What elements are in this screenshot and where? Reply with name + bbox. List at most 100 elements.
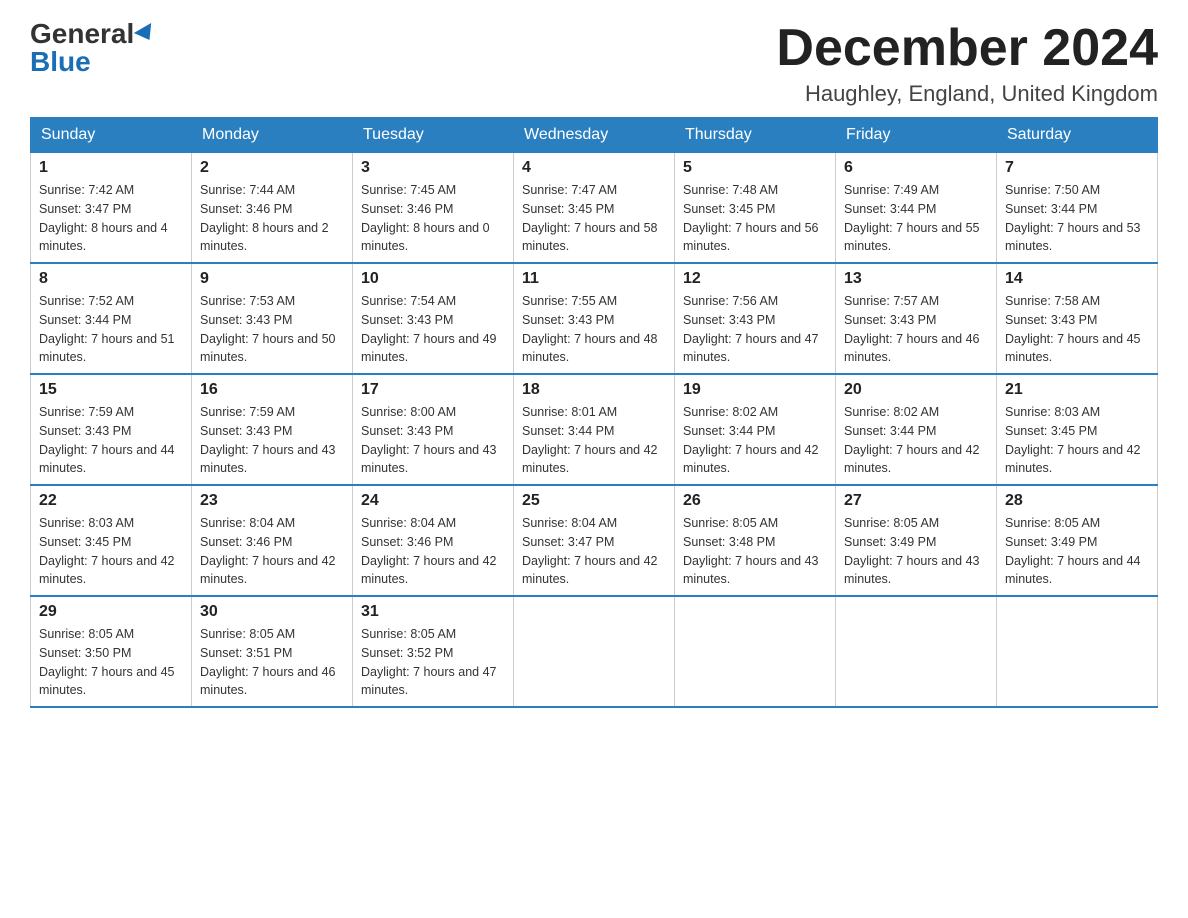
col-header-monday: Monday [192,118,353,153]
day-number: 8 [39,270,183,288]
calendar-cell: 5 Sunrise: 7:48 AMSunset: 3:45 PMDaylight… [675,153,836,264]
day-info: Sunrise: 7:52 AMSunset: 3:44 PMDaylight:… [39,292,183,367]
calendar-cell: 29 Sunrise: 8:05 AMSunset: 3:50 PMDayligh… [31,596,192,707]
day-info: Sunrise: 7:59 AMSunset: 3:43 PMDaylight:… [39,403,183,478]
calendar-cell: 7Sunrise: 7:50 AMSunset: 3:44 PMDaylight… [997,153,1158,264]
day-number: 18 [522,381,666,399]
day-number: 23 [200,492,344,510]
calendar-cell: 4Sunrise: 7:47 AMSunset: 3:45 PMDaylight… [514,153,675,264]
day-info: Sunrise: 8:04 AMSunset: 3:47 PMDaylight:… [522,514,666,589]
day-info: Sunrise: 7:53 AMSunset: 3:43 PMDaylight:… [200,292,344,367]
day-number: 2 [200,159,344,177]
calendar-cell: 16 Sunrise: 7:59 AMSunset: 3:43 PMDayligh… [192,374,353,485]
calendar-cell: 22 Sunrise: 8:03 AMSunset: 3:45 PMDayligh… [31,485,192,596]
day-info: Sunrise: 8:05 AMSunset: 3:48 PMDaylight:… [683,514,827,589]
calendar-cell: 8 Sunrise: 7:52 AMSunset: 3:44 PMDaylight… [31,263,192,374]
day-number: 16 [200,381,344,399]
day-info: Sunrise: 7:49 AMSunset: 3:44 PMDaylight:… [844,181,988,256]
day-number: 11 [522,270,666,288]
calendar-cell: 27 Sunrise: 8:05 AMSunset: 3:49 PMDayligh… [836,485,997,596]
calendar-cell: 12 Sunrise: 7:56 AMSunset: 3:43 PMDayligh… [675,263,836,374]
day-info: Sunrise: 7:48 AMSunset: 3:45 PMDaylight:… [683,181,827,256]
day-number: 25 [522,492,666,510]
week-row-5: 29 Sunrise: 8:05 AMSunset: 3:50 PMDayligh… [31,596,1158,707]
calendar-cell: 17Sunrise: 8:00 AMSunset: 3:43 PMDayligh… [353,374,514,485]
month-title: December 2024 [776,20,1158,77]
calendar-cell: 10Sunrise: 7:54 AMSunset: 3:43 PMDayligh… [353,263,514,374]
day-number: 22 [39,492,183,510]
calendar-cell: 13 Sunrise: 7:57 AMSunset: 3:43 PMDayligh… [836,263,997,374]
col-header-wednesday: Wednesday [514,118,675,153]
day-info: Sunrise: 7:45 AMSunset: 3:46 PMDaylight:… [361,181,505,256]
calendar-cell: 2 Sunrise: 7:44 AMSunset: 3:46 PMDaylight… [192,153,353,264]
calendar-cell: 31Sunrise: 8:05 AMSunset: 3:52 PMDayligh… [353,596,514,707]
logo: General Blue [30,20,156,76]
day-info: Sunrise: 7:44 AMSunset: 3:46 PMDaylight:… [200,181,344,256]
calendar-cell [997,596,1158,707]
day-number: 1 [39,159,183,177]
day-info: Sunrise: 8:00 AMSunset: 3:43 PMDaylight:… [361,403,505,478]
day-info: Sunrise: 7:59 AMSunset: 3:43 PMDaylight:… [200,403,344,478]
day-info: Sunrise: 8:02 AMSunset: 3:44 PMDaylight:… [844,403,988,478]
page-header: General Blue December 2024 Haughley, Eng… [30,20,1158,107]
calendar-cell: 14Sunrise: 7:58 AMSunset: 3:43 PMDayligh… [997,263,1158,374]
title-section: December 2024 Haughley, England, United … [776,20,1158,107]
day-info: Sunrise: 8:05 AMSunset: 3:50 PMDaylight:… [39,625,183,700]
calendar-cell: 9Sunrise: 7:53 AMSunset: 3:43 PMDaylight… [192,263,353,374]
day-info: Sunrise: 7:58 AMSunset: 3:43 PMDaylight:… [1005,292,1149,367]
location-title: Haughley, England, United Kingdom [776,81,1158,107]
calendar-cell: 25 Sunrise: 8:04 AMSunset: 3:47 PMDayligh… [514,485,675,596]
day-info: Sunrise: 7:56 AMSunset: 3:43 PMDaylight:… [683,292,827,367]
week-row-3: 15 Sunrise: 7:59 AMSunset: 3:43 PMDayligh… [31,374,1158,485]
day-number: 28 [1005,492,1149,510]
calendar-cell: 3 Sunrise: 7:45 AMSunset: 3:46 PMDaylight… [353,153,514,264]
day-number: 19 [683,381,827,399]
day-number: 13 [844,270,988,288]
day-number: 26 [683,492,827,510]
calendar-cell: 20 Sunrise: 8:02 AMSunset: 3:44 PMDayligh… [836,374,997,485]
calendar-header-row: SundayMondayTuesdayWednesdayThursdayFrid… [31,118,1158,153]
logo-general-text: General [30,20,134,48]
col-header-thursday: Thursday [675,118,836,153]
day-info: Sunrise: 8:05 AMSunset: 3:51 PMDaylight:… [200,625,344,700]
calendar-cell: 26 Sunrise: 8:05 AMSunset: 3:48 PMDayligh… [675,485,836,596]
day-number: 31 [361,603,505,621]
day-number: 15 [39,381,183,399]
day-info: Sunrise: 8:04 AMSunset: 3:46 PMDaylight:… [200,514,344,589]
week-row-4: 22 Sunrise: 8:03 AMSunset: 3:45 PMDayligh… [31,485,1158,596]
calendar-cell [514,596,675,707]
day-number: 5 [683,159,827,177]
calendar-cell: 18Sunrise: 8:01 AMSunset: 3:44 PMDayligh… [514,374,675,485]
calendar-cell: 30Sunrise: 8:05 AMSunset: 3:51 PMDayligh… [192,596,353,707]
calendar-cell: 6 Sunrise: 7:49 AMSunset: 3:44 PMDaylight… [836,153,997,264]
day-number: 24 [361,492,505,510]
calendar-cell: 1 Sunrise: 7:42 AMSunset: 3:47 PMDaylight… [31,153,192,264]
calendar-table: SundayMondayTuesdayWednesdayThursdayFrid… [30,117,1158,708]
week-row-2: 8 Sunrise: 7:52 AMSunset: 3:44 PMDaylight… [31,263,1158,374]
calendar-cell: 24 Sunrise: 8:04 AMSunset: 3:46 PMDayligh… [353,485,514,596]
day-number: 6 [844,159,988,177]
day-number: 3 [361,159,505,177]
calendar-cell: 11Sunrise: 7:55 AMSunset: 3:43 PMDayligh… [514,263,675,374]
day-info: Sunrise: 8:04 AMSunset: 3:46 PMDaylight:… [361,514,505,589]
day-number: 7 [1005,159,1149,177]
day-number: 12 [683,270,827,288]
calendar-cell: 15 Sunrise: 7:59 AMSunset: 3:43 PMDayligh… [31,374,192,485]
col-header-friday: Friday [836,118,997,153]
day-number: 27 [844,492,988,510]
day-number: 29 [39,603,183,621]
day-info: Sunrise: 8:05 AMSunset: 3:49 PMDaylight:… [844,514,988,589]
day-info: Sunrise: 8:02 AMSunset: 3:44 PMDaylight:… [683,403,827,478]
day-info: Sunrise: 8:05 AMSunset: 3:49 PMDaylight:… [1005,514,1149,589]
day-info: Sunrise: 7:57 AMSunset: 3:43 PMDaylight:… [844,292,988,367]
day-number: 21 [1005,381,1149,399]
week-row-1: 1 Sunrise: 7:42 AMSunset: 3:47 PMDaylight… [31,153,1158,264]
day-info: Sunrise: 7:42 AMSunset: 3:47 PMDaylight:… [39,181,183,256]
col-header-sunday: Sunday [31,118,192,153]
day-number: 20 [844,381,988,399]
calendar-cell: 21Sunrise: 8:03 AMSunset: 3:45 PMDayligh… [997,374,1158,485]
calendar-cell: 19 Sunrise: 8:02 AMSunset: 3:44 PMDayligh… [675,374,836,485]
calendar-cell [675,596,836,707]
day-number: 10 [361,270,505,288]
day-info: Sunrise: 8:03 AMSunset: 3:45 PMDaylight:… [39,514,183,589]
